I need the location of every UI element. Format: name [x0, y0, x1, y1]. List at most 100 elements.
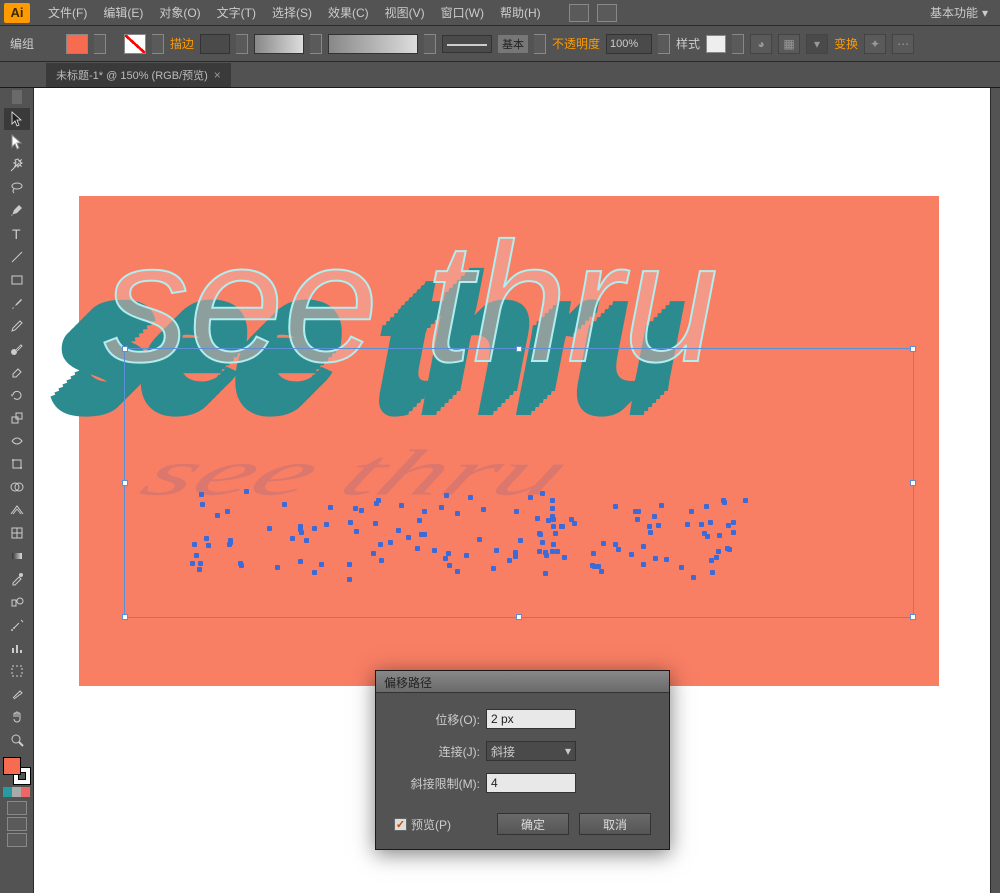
- brush-dd[interactable]: [424, 34, 436, 54]
- color-mode-strip[interactable]: [3, 787, 31, 797]
- gradient-tool[interactable]: [4, 545, 30, 567]
- transform-label[interactable]: 变换: [834, 35, 858, 52]
- align-icon[interactable]: ▦: [778, 34, 800, 54]
- type-tool[interactable]: T: [4, 223, 30, 245]
- handle-br[interactable]: [910, 614, 916, 620]
- handle-tr[interactable]: [910, 346, 916, 352]
- more-icon[interactable]: ⋯: [892, 34, 914, 54]
- chevron-down-icon: ▾: [565, 744, 571, 758]
- eraser-tool[interactable]: [4, 361, 30, 383]
- menu-view[interactable]: 视图(V): [377, 4, 433, 21]
- toolbox-grip[interactable]: [12, 90, 22, 104]
- menu-effect[interactable]: 效果(C): [320, 4, 377, 21]
- align-dd[interactable]: ▾: [806, 34, 828, 54]
- menu-select[interactable]: 选择(S): [264, 4, 320, 21]
- arrange-docs-icon[interactable]: [569, 4, 589, 22]
- cancel-button[interactable]: 取消: [579, 813, 651, 835]
- ok-button[interactable]: 确定: [497, 813, 569, 835]
- handle-r[interactable]: [910, 480, 916, 486]
- blob-brush-tool[interactable]: [4, 338, 30, 360]
- handle-l[interactable]: [122, 480, 128, 486]
- shape-builder-tool[interactable]: [4, 476, 30, 498]
- pen-tool[interactable]: [4, 200, 30, 222]
- document-tab[interactable]: 未标题-1* @ 150% (RGB/预览) ×: [46, 63, 231, 87]
- mesh-tool[interactable]: [4, 522, 30, 544]
- menu-help[interactable]: 帮助(H): [492, 4, 549, 21]
- scale-tool[interactable]: [4, 407, 30, 429]
- isolate-icon[interactable]: ✦: [864, 34, 886, 54]
- lasso-tool[interactable]: [4, 177, 30, 199]
- free-transform-tool[interactable]: [4, 453, 30, 475]
- handle-tl[interactable]: [122, 346, 128, 352]
- brush-name: 基本: [498, 35, 528, 53]
- artboard-tool[interactable]: [4, 660, 30, 682]
- hand-tool[interactable]: [4, 706, 30, 728]
- handle-bl[interactable]: [122, 614, 128, 620]
- line-tool[interactable]: [4, 246, 30, 268]
- width-tool[interactable]: [4, 430, 30, 452]
- preview-checkbox[interactable]: ✓ 预览(P): [394, 816, 451, 833]
- menu-edit[interactable]: 编辑(E): [95, 4, 151, 21]
- document-tab-title: 未标题-1* @ 150% (RGB/预览): [56, 67, 208, 83]
- symbol-sprayer-tool[interactable]: [4, 614, 30, 636]
- fill-proxy[interactable]: [3, 757, 21, 775]
- direct-selection-tool[interactable]: [4, 131, 30, 153]
- handle-t[interactable]: [516, 346, 522, 352]
- recolor-art-icon[interactable]: ◕: [750, 34, 772, 54]
- eyedropper-tool[interactable]: [4, 568, 30, 590]
- close-tab-icon[interactable]: ×: [214, 68, 221, 82]
- blend-tool[interactable]: [4, 591, 30, 613]
- stroke-weight-dd[interactable]: [236, 34, 248, 54]
- graphic-style-swatch[interactable]: [706, 35, 726, 53]
- dialog-title[interactable]: 偏移路径: [376, 671, 669, 693]
- variable-width-profile[interactable]: [254, 34, 304, 54]
- stroke-label[interactable]: 描边: [170, 35, 194, 52]
- offset-label: 位移(O):: [394, 711, 480, 728]
- zoom-tool[interactable]: [4, 729, 30, 751]
- opacity-input[interactable]: [606, 34, 652, 54]
- offset-input[interactable]: [486, 709, 576, 729]
- selection-tool[interactable]: [4, 108, 30, 130]
- stroke-weight-input[interactable]: [200, 34, 230, 54]
- miter-label: 斜接限制(M):: [394, 775, 480, 792]
- opacity-label[interactable]: 不透明度: [552, 35, 600, 52]
- perspective-grid-tool[interactable]: [4, 499, 30, 521]
- menu-window[interactable]: 窗口(W): [433, 4, 492, 21]
- menu-object[interactable]: 对象(O): [151, 4, 208, 21]
- brush-definition[interactable]: [328, 34, 418, 54]
- pencil-tool[interactable]: [4, 315, 30, 337]
- document-tabstrip: 未标题-1* @ 150% (RGB/预览) ×: [0, 62, 1000, 88]
- layout-icon[interactable]: [597, 4, 617, 22]
- miter-input[interactable]: [486, 773, 576, 793]
- stroke-dropdown[interactable]: [152, 34, 164, 54]
- paintbrush-tool[interactable]: [4, 292, 30, 314]
- draw-mode-behind[interactable]: [7, 817, 27, 831]
- fill-dropdown[interactable]: [94, 34, 106, 54]
- menu-file[interactable]: 文件(F): [40, 4, 95, 21]
- menu-type[interactable]: 文字(T): [209, 4, 264, 21]
- handle-b[interactable]: [516, 614, 522, 620]
- app-logo: Ai: [4, 3, 30, 23]
- brush-name-dd[interactable]: [534, 34, 546, 54]
- collapsed-right-panels[interactable]: [990, 88, 1000, 893]
- join-select[interactable]: 斜接 ▾: [486, 741, 576, 761]
- workspace-label: 基本功能: [930, 4, 978, 21]
- menubar: Ai 文件(F) 编辑(E) 对象(O) 文字(T) 选择(S) 效果(C) 视…: [0, 0, 1000, 26]
- control-bar: 编组 描边 基本 不透明度 样式 ◕ ▦ ▾ 变换 ✦ ⋯: [0, 26, 1000, 62]
- rotate-tool[interactable]: [4, 384, 30, 406]
- opacity-dd[interactable]: [658, 34, 670, 54]
- svg-text:T: T: [12, 226, 21, 242]
- magic-wand-tool[interactable]: [4, 154, 30, 176]
- rectangle-tool[interactable]: [4, 269, 30, 291]
- stroke-color-swatch[interactable]: [124, 34, 146, 54]
- draw-mode-normal[interactable]: [7, 801, 27, 815]
- stroke-line-preview[interactable]: [442, 35, 492, 53]
- workspace-switcher[interactable]: 基本功能 ▾: [922, 4, 996, 21]
- fill-stroke-proxy[interactable]: [3, 757, 31, 785]
- screen-mode[interactable]: [7, 833, 27, 847]
- style-dd[interactable]: [732, 34, 744, 54]
- column-graph-tool[interactable]: [4, 637, 30, 659]
- fill-color-swatch[interactable]: [66, 34, 88, 54]
- slice-tool[interactable]: [4, 683, 30, 705]
- vwp-dd[interactable]: [310, 34, 322, 54]
